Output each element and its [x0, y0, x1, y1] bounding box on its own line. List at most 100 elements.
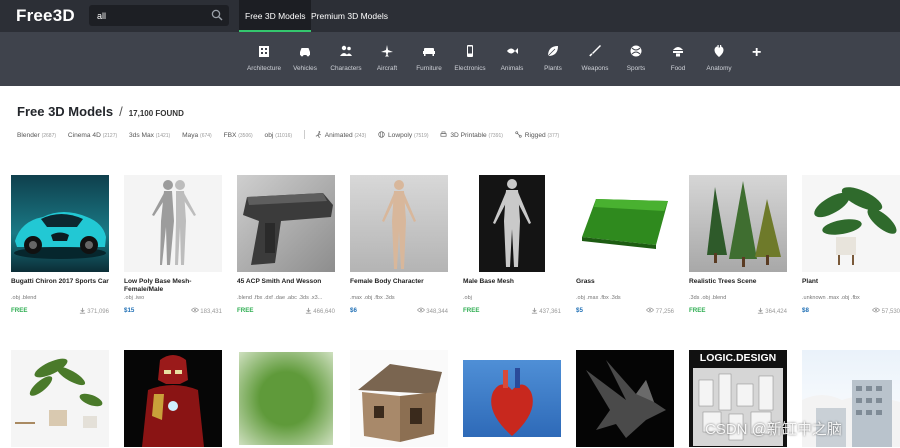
model-card[interactable]: Bugatti Chiron 2017 Sports Car .obj .ble…: [11, 175, 109, 315]
category-anatomy[interactable]: Anatomy: [696, 44, 742, 72]
model-price: $6: [350, 307, 357, 314]
model-downloads: 466,640: [305, 307, 335, 315]
filter-divider: [303, 130, 305, 139]
results-count: 17,100 FOUND: [128, 109, 184, 118]
category-aircraft[interactable]: Aircraft: [364, 44, 410, 72]
category-food[interactable]: Food: [655, 44, 701, 72]
model-title[interactable]: Low Poly Base Mesh-Female/Male: [124, 278, 222, 294]
model-thumbnail-pistol[interactable]: [237, 175, 335, 272]
figures-render-image: [152, 180, 196, 265]
model-card[interactable]: Plant .unknown .max .obj .fbx $8 57,530: [802, 175, 900, 315]
rig-icon: [515, 131, 522, 138]
grass-render-image: [582, 199, 668, 249]
category-electronics[interactable]: Electronics: [447, 44, 493, 72]
house-render-image: [358, 364, 442, 442]
model-title[interactable]: 45 ACP Smith And Wesson: [237, 278, 335, 294]
category-furniture[interactable]: Furniture: [406, 44, 452, 72]
model-price: FREE: [11, 307, 28, 314]
model-thumbnail-grass[interactable]: [576, 175, 674, 272]
category-vehicles[interactable]: Vehicles: [282, 44, 328, 72]
model-thumbnail-lawn[interactable]: [237, 350, 335, 447]
model-thumbnail-heart[interactable]: [463, 350, 561, 447]
search-box[interactable]: [89, 5, 229, 26]
category-weapons[interactable]: Weapons: [572, 44, 618, 72]
heart-render-image: [491, 368, 533, 436]
filter-3d-printable[interactable]: 3D Printable (7391): [440, 131, 503, 139]
model-formats: .3ds .obj .blend: [689, 295, 727, 301]
model-formats: .obj .max .fbx .3ds: [576, 295, 621, 301]
model-card[interactable]: Male Base Mesh .obj FREE 437,361: [463, 175, 561, 315]
plane-icon: [381, 45, 393, 57]
model-thumbnail-male-base-mesh[interactable]: [463, 175, 561, 272]
filter-fbx[interactable]: FBX (3506): [224, 132, 253, 139]
model-title[interactable]: Male Base Mesh: [463, 278, 561, 294]
filter-blender[interactable]: Blender (2687): [17, 132, 56, 139]
model-title[interactable]: Realistic Trees Scene: [689, 278, 787, 294]
model-thumbnail-wooden-house[interactable]: [350, 350, 448, 447]
filter-3dsmax[interactable]: 3ds Max (1421): [129, 132, 170, 139]
top-nav-bar: Free3D Free 3D Models Premium 3D Models: [0, 0, 900, 32]
model-views: 348,344: [416, 307, 448, 315]
female-body-render-image: [382, 180, 416, 269]
tab-premium-3d-models[interactable]: Premium 3D Models: [305, 0, 394, 32]
potted-plants-render-image: [15, 358, 103, 428]
model-downloads: 437,361: [531, 307, 561, 315]
filter-cinema4d[interactable]: Cinema 4D (2127): [68, 132, 117, 139]
model-formats: .obj: [463, 295, 472, 301]
model-thumbnail-bugatti[interactable]: [11, 175, 109, 272]
model-card[interactable]: Low Poly Base Mesh-Female/Male .obj .iwo…: [124, 175, 222, 315]
model-thumbnail-trees[interactable]: [689, 175, 787, 272]
model-thumbnail-female-body[interactable]: [350, 175, 448, 272]
model-card[interactable]: Grass .obj .max .fbx .3ds $5 77,256: [576, 175, 674, 315]
search-input[interactable]: [97, 8, 207, 23]
category-bar: Architecture Vehicles Characters Aircraf…: [0, 32, 900, 86]
model-thumbnail-dragon[interactable]: [576, 350, 674, 447]
eye-icon: [190, 307, 199, 313]
model-card[interactable]: 45 ACP Smith And Wesson .blend .fbx .dxf…: [237, 175, 335, 315]
model-views: 183,431: [190, 307, 222, 315]
model-title[interactable]: Plant: [802, 278, 900, 294]
filter-maya[interactable]: Maya (674): [182, 132, 212, 139]
model-formats: .obj .blend: [11, 295, 37, 301]
filter-obj[interactable]: obj (11016): [265, 132, 293, 139]
model-downloads: 371,096: [79, 307, 109, 315]
model-title[interactable]: Bugatti Chiron 2017 Sports Car: [11, 278, 109, 294]
people-icon: [340, 45, 352, 56]
model-thumbnail-plant[interactable]: [802, 175, 900, 272]
model-thumbnail-iron-man[interactable]: [124, 350, 222, 447]
model-title[interactable]: Female Body Character: [350, 278, 448, 294]
category-plants[interactable]: Plants: [530, 44, 576, 72]
filter-lowpoly[interactable]: Lowpoly (7519): [378, 131, 428, 139]
category-sports[interactable]: Sports: [613, 44, 659, 72]
model-title[interactable]: Grass: [576, 278, 674, 294]
model-thumbnail-potted-plants[interactable]: [11, 350, 109, 447]
model-price: $15: [124, 307, 135, 314]
category-animals[interactable]: Animals: [489, 44, 535, 72]
model-card[interactable]: Realistic Trees Scene .3ds .obj .blend F…: [689, 175, 787, 315]
logo[interactable]: Free3D: [16, 6, 75, 26]
tab-free-3d-models[interactable]: Free 3D Models: [239, 0, 312, 32]
search-icon[interactable]: [211, 9, 223, 21]
model-formats: .blend .fbx .dxf .dae .abc .3ds .x3...: [237, 295, 323, 301]
download-icon: [79, 307, 85, 314]
lawn-render-image: [239, 352, 333, 445]
building-icon: [259, 46, 269, 57]
filter-rigged[interactable]: Rigged (377): [515, 131, 559, 139]
running-icon: [315, 131, 321, 138]
watermark: CSDN @新缸中之脑: [705, 421, 842, 438]
model-card[interactable]: Female Body Character .max .obj .fbx .3d…: [350, 175, 448, 315]
model-thumbnail-base-mesh[interactable]: [124, 175, 222, 272]
model-price: FREE: [463, 307, 480, 314]
category-characters[interactable]: Characters: [323, 44, 369, 72]
filter-animated[interactable]: Animated (243): [315, 131, 366, 139]
filter-bar: Blender (2687) Cinema 4D (2127) 3ds Max …: [17, 130, 569, 139]
heart-organ-icon: [714, 45, 724, 57]
category-architecture[interactable]: Architecture: [241, 44, 287, 72]
more-categories-plus-icon[interactable]: +: [752, 44, 761, 62]
eye-icon: [645, 307, 655, 313]
model-formats: .max .obj .fbx .3ds: [350, 295, 395, 301]
model-views: 57,530: [871, 307, 900, 315]
dragon-render-image: [586, 360, 666, 438]
food-icon: [673, 47, 683, 57]
pistol-render-image: [243, 193, 333, 265]
